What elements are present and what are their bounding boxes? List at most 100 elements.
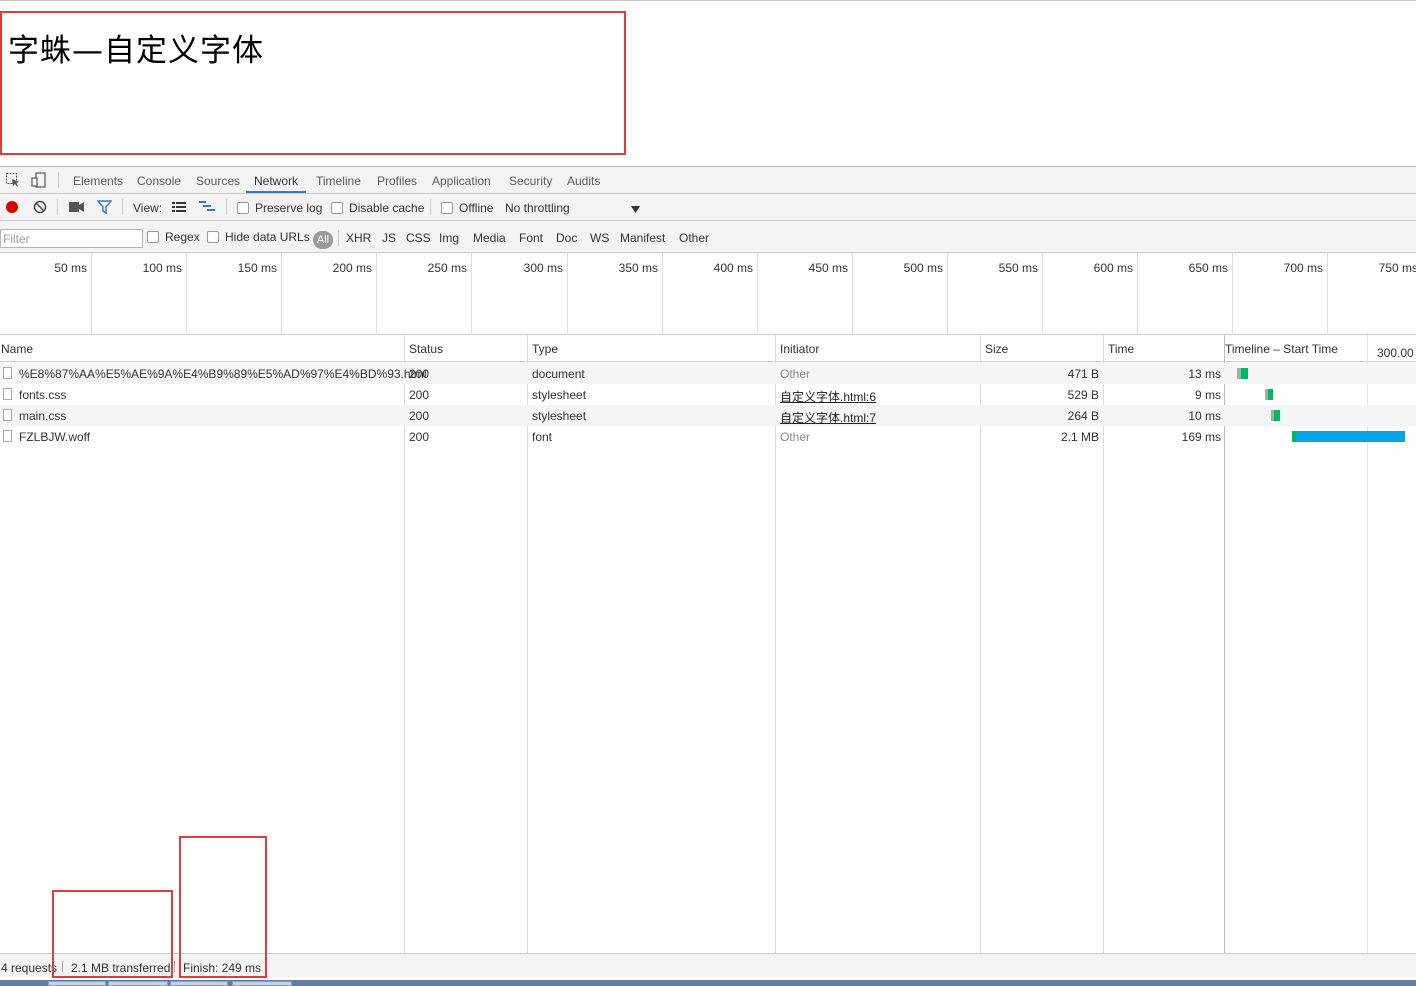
network-filterbar: Regex Hide data URLs All XHR JS CSS Img … bbox=[0, 221, 1416, 253]
offline-checkbox[interactable] bbox=[441, 202, 453, 214]
disable-cache-checkbox[interactable] bbox=[331, 202, 343, 214]
overview-gridline bbox=[91, 253, 92, 334]
request-time: 169 ms bbox=[1181, 430, 1221, 444]
inspect-element-icon[interactable] bbox=[6, 173, 20, 187]
devtools-tabbar: Elements Console Sources Network Timelin… bbox=[0, 167, 1416, 194]
active-tab-indicator bbox=[246, 191, 306, 193]
type-filter-css[interactable]: CSS bbox=[406, 231, 431, 245]
overview-gridline bbox=[186, 253, 187, 334]
tab-audits[interactable]: Audits bbox=[567, 174, 600, 188]
column-header-timeline[interactable]: Timeline – Start Time bbox=[1225, 342, 1338, 356]
overview-tick-label: 100 ms bbox=[142, 261, 182, 275]
preserve-log-checkbox[interactable] bbox=[237, 202, 249, 214]
network-toolbar: View: Preserve log Disable cache Offline… bbox=[0, 194, 1416, 221]
request-name: FZLBJW.woff bbox=[19, 430, 91, 444]
network-overview[interactable]: 50 ms 100 ms 150 ms 200 ms 250 ms 300 ms 350 m… bbox=[0, 253, 1416, 335]
waterfall-bar bbox=[1274, 410, 1280, 421]
timeline-scale-label: 300.00 ms bbox=[1377, 346, 1416, 360]
taskbar-button[interactable] bbox=[170, 981, 228, 986]
screenshot-camera-icon[interactable] bbox=[69, 201, 85, 213]
overview-gridline bbox=[852, 253, 853, 334]
device-toolbar-icon[interactable] bbox=[31, 172, 47, 188]
overview-gridline bbox=[1232, 253, 1233, 334]
dropdown-arrow-icon[interactable] bbox=[631, 203, 640, 213]
overview-tick-label: 650 ms bbox=[1188, 261, 1228, 275]
overview-gridline bbox=[1327, 253, 1328, 334]
tab-timeline[interactable]: Timeline bbox=[316, 174, 361, 188]
table-row[interactable]: main.css 200 stylesheet 自定义字体.html:7 264… bbox=[0, 405, 1416, 426]
type-filter-all[interactable]: All bbox=[313, 231, 333, 249]
tab-separator bbox=[58, 172, 59, 188]
type-filter-xhr[interactable]: XHR bbox=[346, 231, 371, 245]
request-status: 200 bbox=[409, 430, 430, 444]
clear-icon[interactable] bbox=[33, 200, 47, 214]
requests-table-header: Name Status Type Initiator Size Time Tim… bbox=[0, 335, 1416, 362]
annotation-box-transferred bbox=[52, 890, 173, 978]
type-filter-js[interactable]: JS bbox=[382, 231, 396, 245]
request-time: 9 ms bbox=[1194, 388, 1221, 402]
overview-gridline bbox=[281, 253, 282, 334]
request-time: 10 ms bbox=[1188, 409, 1221, 423]
filter-funnel-icon[interactable] bbox=[96, 200, 113, 215]
column-header-initiator[interactable]: Initiator bbox=[780, 342, 819, 356]
type-filter-manifest[interactable]: Manifest bbox=[620, 231, 665, 245]
type-filter-img[interactable]: Img bbox=[439, 231, 459, 245]
toolbar-separator bbox=[226, 199, 227, 215]
tab-profiles[interactable]: Profiles bbox=[377, 174, 417, 188]
type-filter-doc[interactable]: Doc bbox=[556, 231, 577, 245]
overview-tick-label: 300 ms bbox=[523, 261, 563, 275]
throttling-select[interactable]: No throttling bbox=[505, 201, 570, 215]
overview-tick-label: 450 ms bbox=[808, 261, 848, 275]
document-file-icon bbox=[3, 430, 12, 442]
taskbar-button[interactable] bbox=[232, 981, 292, 986]
tab-console[interactable]: Console bbox=[137, 174, 181, 188]
type-filter-other[interactable]: Other bbox=[679, 231, 709, 245]
overview-gridline bbox=[757, 253, 758, 334]
overview-tick-label: 50 ms bbox=[54, 261, 87, 275]
overview-gridline bbox=[376, 253, 377, 334]
overview-tick-label: 150 ms bbox=[237, 261, 277, 275]
document-file-icon bbox=[3, 367, 12, 379]
type-filter-ws[interactable]: WS bbox=[590, 231, 609, 245]
request-name: fonts.css bbox=[19, 388, 67, 402]
regex-checkbox[interactable] bbox=[147, 231, 159, 243]
large-rows-icon[interactable] bbox=[172, 201, 187, 214]
overview-gridline bbox=[471, 253, 472, 334]
tab-network[interactable]: Network bbox=[254, 174, 298, 188]
column-header-name[interactable]: Name bbox=[1, 342, 33, 356]
request-initiator: Other bbox=[780, 367, 811, 381]
tab-sources[interactable]: Sources bbox=[196, 174, 240, 188]
view-label: View: bbox=[133, 201, 163, 215]
overview-waterfall-icon[interactable] bbox=[199, 200, 216, 214]
waterfall-download-bar bbox=[1296, 431, 1405, 442]
request-time: 13 ms bbox=[1188, 367, 1221, 381]
filter-input[interactable] bbox=[0, 229, 143, 248]
column-header-size[interactable]: Size bbox=[985, 342, 1008, 356]
column-header-status[interactable]: Status bbox=[409, 342, 443, 356]
taskbar-button[interactable] bbox=[48, 981, 106, 986]
table-row[interactable]: %E8%87%AA%E5%AE%9A%E4%B9%89%E5%AD%97%E4%… bbox=[0, 363, 1416, 384]
overview-gridline bbox=[662, 253, 663, 334]
overview-tick-label: 600 ms bbox=[1093, 261, 1133, 275]
column-header-type[interactable]: Type bbox=[532, 342, 558, 356]
overview-tick-label: 400 ms bbox=[713, 261, 753, 275]
hide-data-urls-checkbox[interactable] bbox=[207, 231, 219, 243]
tab-elements[interactable]: Elements bbox=[73, 174, 123, 188]
tab-security[interactable]: Security bbox=[509, 174, 552, 188]
request-initiator-link[interactable]: 自定义字体.html:7 bbox=[780, 409, 876, 426]
overview-tick-label: 350 ms bbox=[618, 261, 658, 275]
tab-application[interactable]: Application bbox=[432, 174, 491, 188]
request-size: 471 B bbox=[1067, 367, 1099, 381]
type-filter-font[interactable]: Font bbox=[519, 231, 543, 245]
request-status: 200 bbox=[409, 409, 430, 423]
column-header-time[interactable]: Time bbox=[1108, 342, 1134, 356]
type-filter-media[interactable]: Media bbox=[473, 231, 506, 245]
taskbar-button[interactable] bbox=[108, 981, 168, 986]
request-initiator-link[interactable]: 自定义字体.html:6 bbox=[780, 388, 876, 405]
table-row[interactable]: FZLBJW.woff 200 font Other 2.1 MB 169 ms bbox=[0, 426, 1416, 447]
record-icon[interactable] bbox=[5, 200, 19, 214]
toolbar-separator bbox=[122, 199, 123, 215]
table-row[interactable]: fonts.css 200 stylesheet 自定义字体.html:6 52… bbox=[0, 384, 1416, 405]
request-status: 200 bbox=[409, 388, 430, 402]
annotation-box-finish bbox=[179, 836, 267, 978]
